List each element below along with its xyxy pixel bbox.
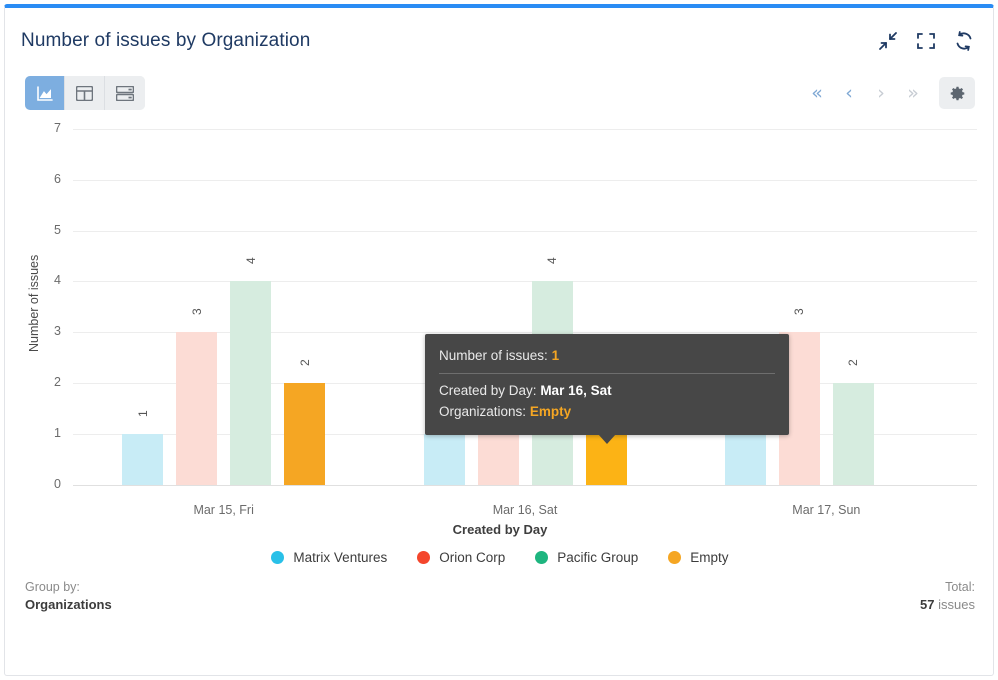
pager-last-button[interactable]: » [897, 76, 929, 110]
x-axis-tick: Mar 16, Sat [435, 503, 615, 517]
chart-plot-area: Number of issues 01234567 1342432 Mar 15… [5, 116, 994, 516]
tooltip-metric-label: Number of issues: [439, 348, 548, 363]
tooltip-dimension-row: Created by Day: Mar 16, Sat [425, 380, 789, 401]
legend-item-empty[interactable]: Empty [668, 550, 728, 565]
y-axis-tick: 7 [35, 121, 61, 135]
view-mode-chart-button[interactable] [25, 76, 65, 110]
chart-tooltip: Number of issues: 1 Created by Day: Mar … [425, 334, 789, 435]
tooltip-dimension-value: Mar 16, Sat [540, 383, 611, 398]
legend-label: Pacific Group [557, 550, 638, 565]
legend-label: Matrix Ventures [293, 550, 387, 565]
pager-first-button[interactable]: « [801, 76, 833, 110]
group-by-label: Group by: [25, 579, 112, 596]
gridline [73, 180, 977, 181]
legend-item-pacific-group[interactable]: Pacific Group [535, 550, 638, 565]
group-by-info: Group by: Organizations [25, 579, 112, 613]
y-axis-tick: 4 [35, 273, 61, 287]
tooltip-series-value: Empty [530, 404, 571, 419]
y-axis-tick: 3 [35, 324, 61, 338]
bar-matrix-ventures-2[interactable] [725, 434, 766, 485]
gridline [73, 485, 977, 486]
total-value-row: 57 issues [920, 596, 975, 613]
bar-value-label: 4 [244, 247, 258, 275]
y-axis-tick: 5 [35, 223, 61, 237]
chart-widget-card: Number of issues by Organization [4, 4, 994, 676]
collapse-icon[interactable] [877, 30, 899, 52]
pager: « ‹ › » [801, 76, 975, 110]
gridline [73, 129, 977, 130]
bar-value-label: 2 [298, 349, 312, 377]
bar-orion-corp-0[interactable] [176, 332, 217, 485]
tooltip-series-label: Organizations: [439, 404, 526, 419]
total-value: 57 [920, 597, 934, 612]
view-mode-table-button[interactable] [65, 76, 105, 110]
tooltip-dimension-label: Created by Day: [439, 383, 537, 398]
x-axis-tick: Mar 15, Fri [134, 503, 314, 517]
legend-color-swatch [535, 551, 548, 564]
y-axis-tick: 1 [35, 426, 61, 440]
legend-item-orion-corp[interactable]: Orion Corp [417, 550, 505, 565]
total-label: Total: [920, 579, 975, 596]
bar-value-label: 1 [136, 400, 150, 428]
total-info: Total: 57 issues [920, 579, 975, 613]
view-mode-toggle [25, 76, 145, 110]
legend-color-swatch [668, 551, 681, 564]
gridline [73, 281, 977, 282]
y-axis-tick: 6 [35, 172, 61, 186]
bar-pacific-group-2[interactable] [833, 383, 874, 485]
tooltip-divider [439, 373, 775, 374]
tooltip-metric-value: 1 [552, 348, 560, 363]
view-mode-list-button[interactable] [105, 76, 145, 110]
gear-icon[interactable] [939, 77, 975, 109]
header-actions [877, 30, 975, 52]
fullscreen-icon[interactable] [915, 30, 937, 52]
bar-pacific-group-0[interactable] [230, 281, 271, 485]
bar-value-label: 4 [545, 247, 559, 275]
pager-prev-button[interactable]: ‹ [833, 76, 865, 110]
refresh-icon[interactable] [953, 30, 975, 52]
total-unit: issues [938, 597, 975, 612]
gridline [73, 231, 977, 232]
y-axis-tick: 0 [35, 477, 61, 491]
bar-value-label: 3 [792, 298, 806, 326]
bar-matrix-ventures-0[interactable] [122, 434, 163, 485]
tooltip-series-row: Organizations: Empty [425, 401, 789, 422]
bar-matrix-ventures-1[interactable] [424, 434, 465, 485]
bar-orion-corp-1[interactable] [478, 434, 519, 485]
page-title: Number of issues by Organization [21, 30, 310, 52]
tooltip-arrow [598, 434, 616, 444]
legend-item-matrix-ventures[interactable]: Matrix Ventures [271, 550, 387, 565]
bar-value-label: 3 [190, 298, 204, 326]
legend-color-swatch [271, 551, 284, 564]
tooltip-metric-row: Number of issues: 1 [425, 345, 789, 366]
group-by-value: Organizations [25, 596, 112, 613]
x-axis-label: Created by Day [5, 522, 994, 537]
legend-label: Empty [690, 550, 728, 565]
pager-next-button[interactable]: › [865, 76, 897, 110]
legend-color-swatch [417, 551, 430, 564]
y-axis-tick: 2 [35, 375, 61, 389]
chart-legend: Matrix Ventures Orion Corp Pacific Group Em… [5, 550, 994, 565]
legend-label: Orion Corp [439, 550, 505, 565]
bar-empty-0[interactable] [284, 383, 325, 485]
bar-value-label: 2 [846, 349, 860, 377]
x-axis-tick: Mar 17, Sun [736, 503, 916, 517]
